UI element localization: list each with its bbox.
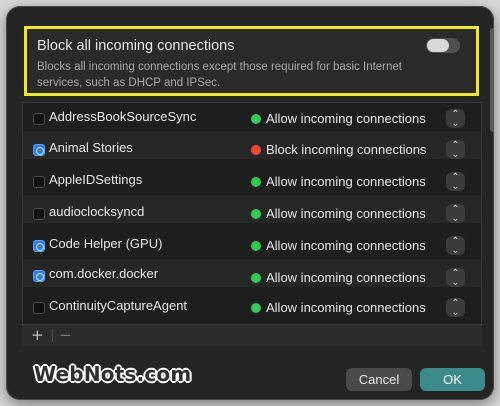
status-dot — [251, 145, 261, 155]
toggle-knob — [427, 39, 449, 52]
app-name: audioclocksyncd — [49, 204, 145, 219]
list-item[interactable]: audioclocksyncd Allow incoming connectio… — [23, 195, 481, 224]
generic-app-icon — [33, 208, 45, 220]
connection-stepper[interactable]: ⌃ ⌄ — [446, 109, 465, 129]
connection-status: Allow incoming connections — [266, 111, 426, 126]
list-item[interactable]: AppleIDSettings Allow incoming connectio… — [23, 163, 481, 192]
generic-app-icon — [33, 302, 45, 314]
list-item[interactable]: Animal Stories Block incoming connection… — [23, 131, 481, 160]
app-name: Animal Stories — [49, 140, 133, 155]
globe-app-icon — [33, 270, 45, 282]
connection-status: Allow incoming connections — [266, 300, 426, 315]
connection-stepper[interactable]: ⌃ ⌄ — [446, 236, 465, 256]
connection-stepper[interactable]: ⌃ ⌄ — [446, 140, 465, 160]
generic-app-icon — [33, 113, 45, 125]
list-item[interactable]: com.docker.docker Allow incoming connect… — [23, 259, 481, 288]
status-dot — [251, 241, 261, 251]
connection-stepper[interactable]: ⌃ ⌄ — [446, 298, 465, 318]
add-app-button[interactable]: + — [31, 326, 44, 344]
footer-divider — [52, 329, 53, 342]
block-all-incoming-title: Block all incoming connections — [37, 38, 235, 54]
list-footer: + − — [22, 324, 482, 346]
connection-stepper[interactable]: ⌃ ⌄ — [446, 204, 465, 224]
ok-button[interactable]: OK — [420, 368, 485, 391]
app-name: com.docker.docker — [49, 266, 159, 281]
connection-status: Allow incoming connections — [266, 270, 426, 285]
connection-status: Block incoming connections — [266, 142, 427, 157]
generic-app-icon — [33, 176, 45, 188]
globe-app-icon — [33, 240, 45, 252]
connection-status: Allow incoming connections — [266, 206, 426, 221]
connection-status: Allow incoming connections — [266, 238, 426, 253]
block-all-incoming-toggle[interactable] — [426, 38, 460, 53]
app-name: AppleIDSettings — [49, 172, 143, 187]
app-connections-list: AddressBookSourceSync Allow incoming con… — [22, 102, 482, 346]
app-name: ContinuityCaptureAgent — [49, 298, 188, 313]
list-item[interactable]: AddressBookSourceSync Allow incoming con… — [23, 103, 481, 131]
status-dot — [251, 177, 261, 187]
status-dot — [251, 273, 261, 283]
list-item[interactable]: ContinuityCaptureAgent Allow incoming co… — [23, 291, 481, 319]
connection-stepper[interactable]: ⌃ ⌄ — [446, 172, 465, 192]
firewall-options-dialog: Block all incoming connections Blocks al… — [6, 6, 494, 400]
app-name: Code Helper (GPU) — [49, 236, 163, 251]
connection-stepper[interactable]: ⌃ ⌄ — [446, 268, 465, 288]
status-dot — [251, 209, 261, 219]
status-dot — [251, 303, 261, 313]
app-name: AddressBookSourceSync — [49, 109, 197, 124]
watermark-logo: WebNots.com — [34, 362, 192, 386]
status-dot — [251, 114, 261, 124]
remove-app-button[interactable]: − — [59, 326, 72, 344]
cancel-button[interactable]: Cancel — [346, 368, 412, 391]
block-all-incoming-description: Blocks all incoming connections except t… — [37, 61, 403, 89]
globe-app-icon — [33, 144, 45, 156]
list-item[interactable]: Code Helper (GPU) Allow incoming connect… — [23, 227, 481, 256]
connection-status: Allow incoming connections — [266, 174, 426, 189]
scrollbar[interactable] — [490, 28, 494, 132]
block-all-incoming-section: Block all incoming connections Blocks al… — [24, 26, 479, 96]
